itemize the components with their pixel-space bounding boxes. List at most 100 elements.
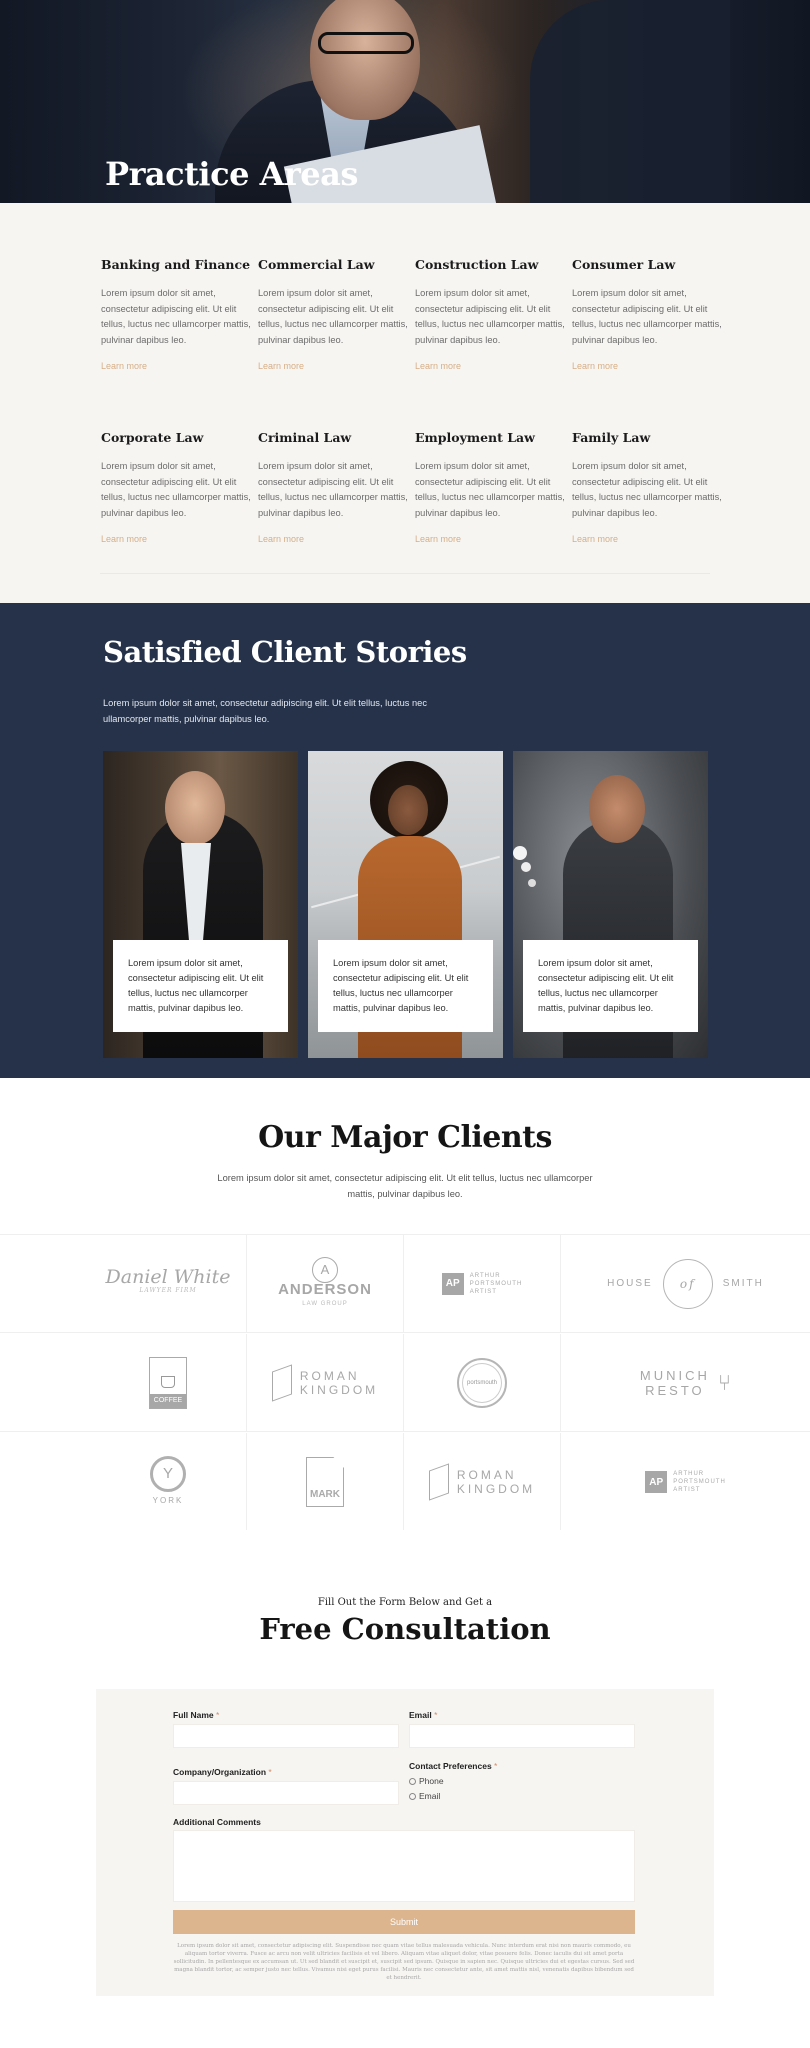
practice-area-family: Family Law Lorem ipsum dolor sit amet, c… <box>572 430 722 544</box>
company-label: Company/Organization * <box>173 1767 272 1777</box>
practice-area-title: Criminal Law <box>258 430 352 445</box>
hero-person-head <box>310 0 420 120</box>
practice-area-criminal: Criminal Law Lorem ipsum dolor sit amet,… <box>258 430 408 544</box>
practice-area-title: Banking and Finance <box>101 257 251 272</box>
radio-label: Phone <box>419 1776 444 1786</box>
practice-area-title: Construction Law <box>415 257 539 272</box>
practice-area-corporate: Corporate Law Lorem ipsum dolor sit amet… <box>101 430 251 544</box>
coffee-cup-icon: COFFEE <box>149 1356 187 1409</box>
cube-icon <box>428 1463 449 1501</box>
radio-label: Email <box>419 1791 441 1801</box>
logo-line: ARTHUR <box>673 1471 705 1477</box>
consultation-form: Full Name * Email * Company/Organization… <box>96 1689 714 1996</box>
learn-more-link[interactable]: Learn more <box>258 361 408 371</box>
logo-house-of-smith: HOUSE of SMITH <box>561 1235 810 1333</box>
story-quote: Lorem ipsum dolor sit amet, consectetur … <box>523 940 698 1032</box>
hero-foreground-blur <box>530 0 730 203</box>
york-circle-icon: Y <box>150 1456 186 1492</box>
client-face <box>589 775 645 843</box>
full-name-field[interactable] <box>173 1724 399 1748</box>
radio-button[interactable] <box>409 1777 416 1785</box>
practice-area-construction: Construction Law Lorem ipsum dolor sit a… <box>415 257 565 371</box>
practice-area-title: Employment Law <box>415 430 535 445</box>
practice-area-text: Lorem ipsum dolor sit amet, consectetur … <box>572 461 722 518</box>
learn-more-link[interactable]: Learn more <box>572 534 722 544</box>
learn-more-link[interactable]: Learn more <box>101 361 251 371</box>
submit-button[interactable]: Submit <box>173 1910 635 1934</box>
client-face <box>388 785 428 835</box>
stories-title: Satisfied Client Stories <box>103 635 467 669</box>
logo-munich-resto: MUNICH RESTO ⑂ <box>561 1334 810 1432</box>
major-clients-section: Our Major Clients Lorem ipsum dolor sit … <box>0 1078 810 1531</box>
logo-line: PORTSMOUTH <box>673 1479 726 1485</box>
learn-more-link[interactable]: Learn more <box>258 534 408 544</box>
contact-option-email[interactable]: Email <box>409 1791 440 1801</box>
learn-more-link[interactable]: Learn more <box>572 361 722 371</box>
story-card: Lorem ipsum dolor sit amet, consectetur … <box>308 751 503 1058</box>
logo-roman-kingdom-2: ROMAN KINGDOM <box>404 1433 561 1531</box>
company-field[interactable] <box>173 1781 399 1805</box>
practice-area-banking: Banking and Finance Lorem ipsum dolor si… <box>101 257 251 371</box>
full-name-label: Full Name * <box>173 1710 220 1720</box>
logo-mark: MARK <box>247 1433 404 1531</box>
fork-knife-icon: ⑂ <box>717 1369 732 1395</box>
hero-banner: Practice Areas <box>0 0 810 203</box>
logo-roman-kingdom: ROMAN KINGDOM <box>247 1334 404 1432</box>
client-lights <box>513 846 527 860</box>
logo-portsmouth: portsmouth <box>404 1334 561 1432</box>
logo-coffee: COFFEE <box>90 1334 247 1432</box>
logo-name: YORK <box>152 1496 184 1505</box>
learn-more-link[interactable]: Learn more <box>415 361 565 371</box>
comments-textarea[interactable] <box>173 1830 635 1902</box>
logo-line: MUNICH <box>639 1367 710 1383</box>
practice-area-title: Consumer Law <box>572 257 676 272</box>
story-card: Lorem ipsum dolor sit amet, consectetur … <box>513 751 708 1058</box>
logo-line: ROMAN <box>456 1468 517 1482</box>
section-divider <box>100 573 710 574</box>
portsmouth-badge-icon: portsmouth <box>457 1357 507 1408</box>
hero-person-glasses <box>318 32 414 54</box>
practice-area-employment: Employment Law Lorem ipsum dolor sit ame… <box>415 430 565 544</box>
document-icon: MARK <box>306 1457 344 1507</box>
client-face <box>165 771 225 845</box>
practice-area-title: Family Law <box>572 430 651 445</box>
hero-title: Practice Areas <box>105 155 358 193</box>
logo-york: Y YORK <box>90 1433 247 1531</box>
logo-arthur-portsmouth-2: AP ARTHUR PORTSMOUTH ARTIST <box>561 1433 810 1531</box>
practice-area-text: Lorem ipsum dolor sit amet, consectetur … <box>415 461 565 518</box>
ap-square-icon: AP <box>441 1272 464 1295</box>
contact-option-phone[interactable]: Phone <box>409 1776 444 1786</box>
stories-intro: Lorem ipsum dolor sit amet, consectetur … <box>103 698 427 724</box>
email-label: Email * <box>409 1710 438 1720</box>
practice-area-consumer: Consumer Law Lorem ipsum dolor sit amet,… <box>572 257 722 371</box>
grid-cell-empty <box>0 1235 90 1333</box>
logo-line: RESTO <box>645 1382 705 1398</box>
logo-line: ARTIST <box>673 1487 701 1493</box>
logo-arthur-portsmouth: AP ARTHUR PORTSMOUTH ARTIST <box>404 1235 561 1333</box>
comments-label: Additional Comments <box>173 1817 261 1827</box>
practice-area-text: Lorem ipsum dolor sit amet, consectetur … <box>572 288 722 345</box>
cube-icon <box>271 1363 292 1402</box>
practice-area-title: Corporate Law <box>101 430 204 445</box>
house-circle-icon: of <box>662 1258 713 1309</box>
practice-area-text: Lorem ipsum dolor sit amet, consectetur … <box>101 288 251 345</box>
logo-name: COFFEE <box>150 1393 186 1408</box>
contact-preferences-label: Contact Preferences * <box>409 1761 498 1771</box>
client-logo-grid: Daniel White LAWYER FIRM A ANDERSON LAW … <box>0 1234 810 1531</box>
email-field[interactable] <box>409 1724 635 1748</box>
consultation-kicker: Fill Out the Form Below and Get a <box>317 1597 493 1608</box>
learn-more-link[interactable]: Learn more <box>415 534 565 544</box>
client-stories-section: Satisfied Client Stories Lorem ipsum dol… <box>0 603 810 1078</box>
logo-sub: LAW GROUP <box>302 1300 348 1307</box>
logo-line: ARTIST <box>469 1288 497 1295</box>
logo-line: KINGDOM <box>299 1382 379 1397</box>
learn-more-link[interactable]: Learn more <box>101 534 251 544</box>
form-disclaimer: Lorem ipsum dolor sit amet, consectetur … <box>173 1943 635 1981</box>
story-quote: Lorem ipsum dolor sit amet, consectetur … <box>113 940 288 1032</box>
radio-button[interactable] <box>409 1792 416 1800</box>
practice-area-text: Lorem ipsum dolor sit amet, consectetur … <box>258 288 408 345</box>
logo-line: ARTHUR <box>469 1272 501 1279</box>
practice-area-text: Lorem ipsum dolor sit amet, consectetur … <box>258 461 408 518</box>
logo-word: HOUSE <box>607 1278 653 1289</box>
story-card: Lorem ipsum dolor sit amet, consectetur … <box>103 751 298 1058</box>
